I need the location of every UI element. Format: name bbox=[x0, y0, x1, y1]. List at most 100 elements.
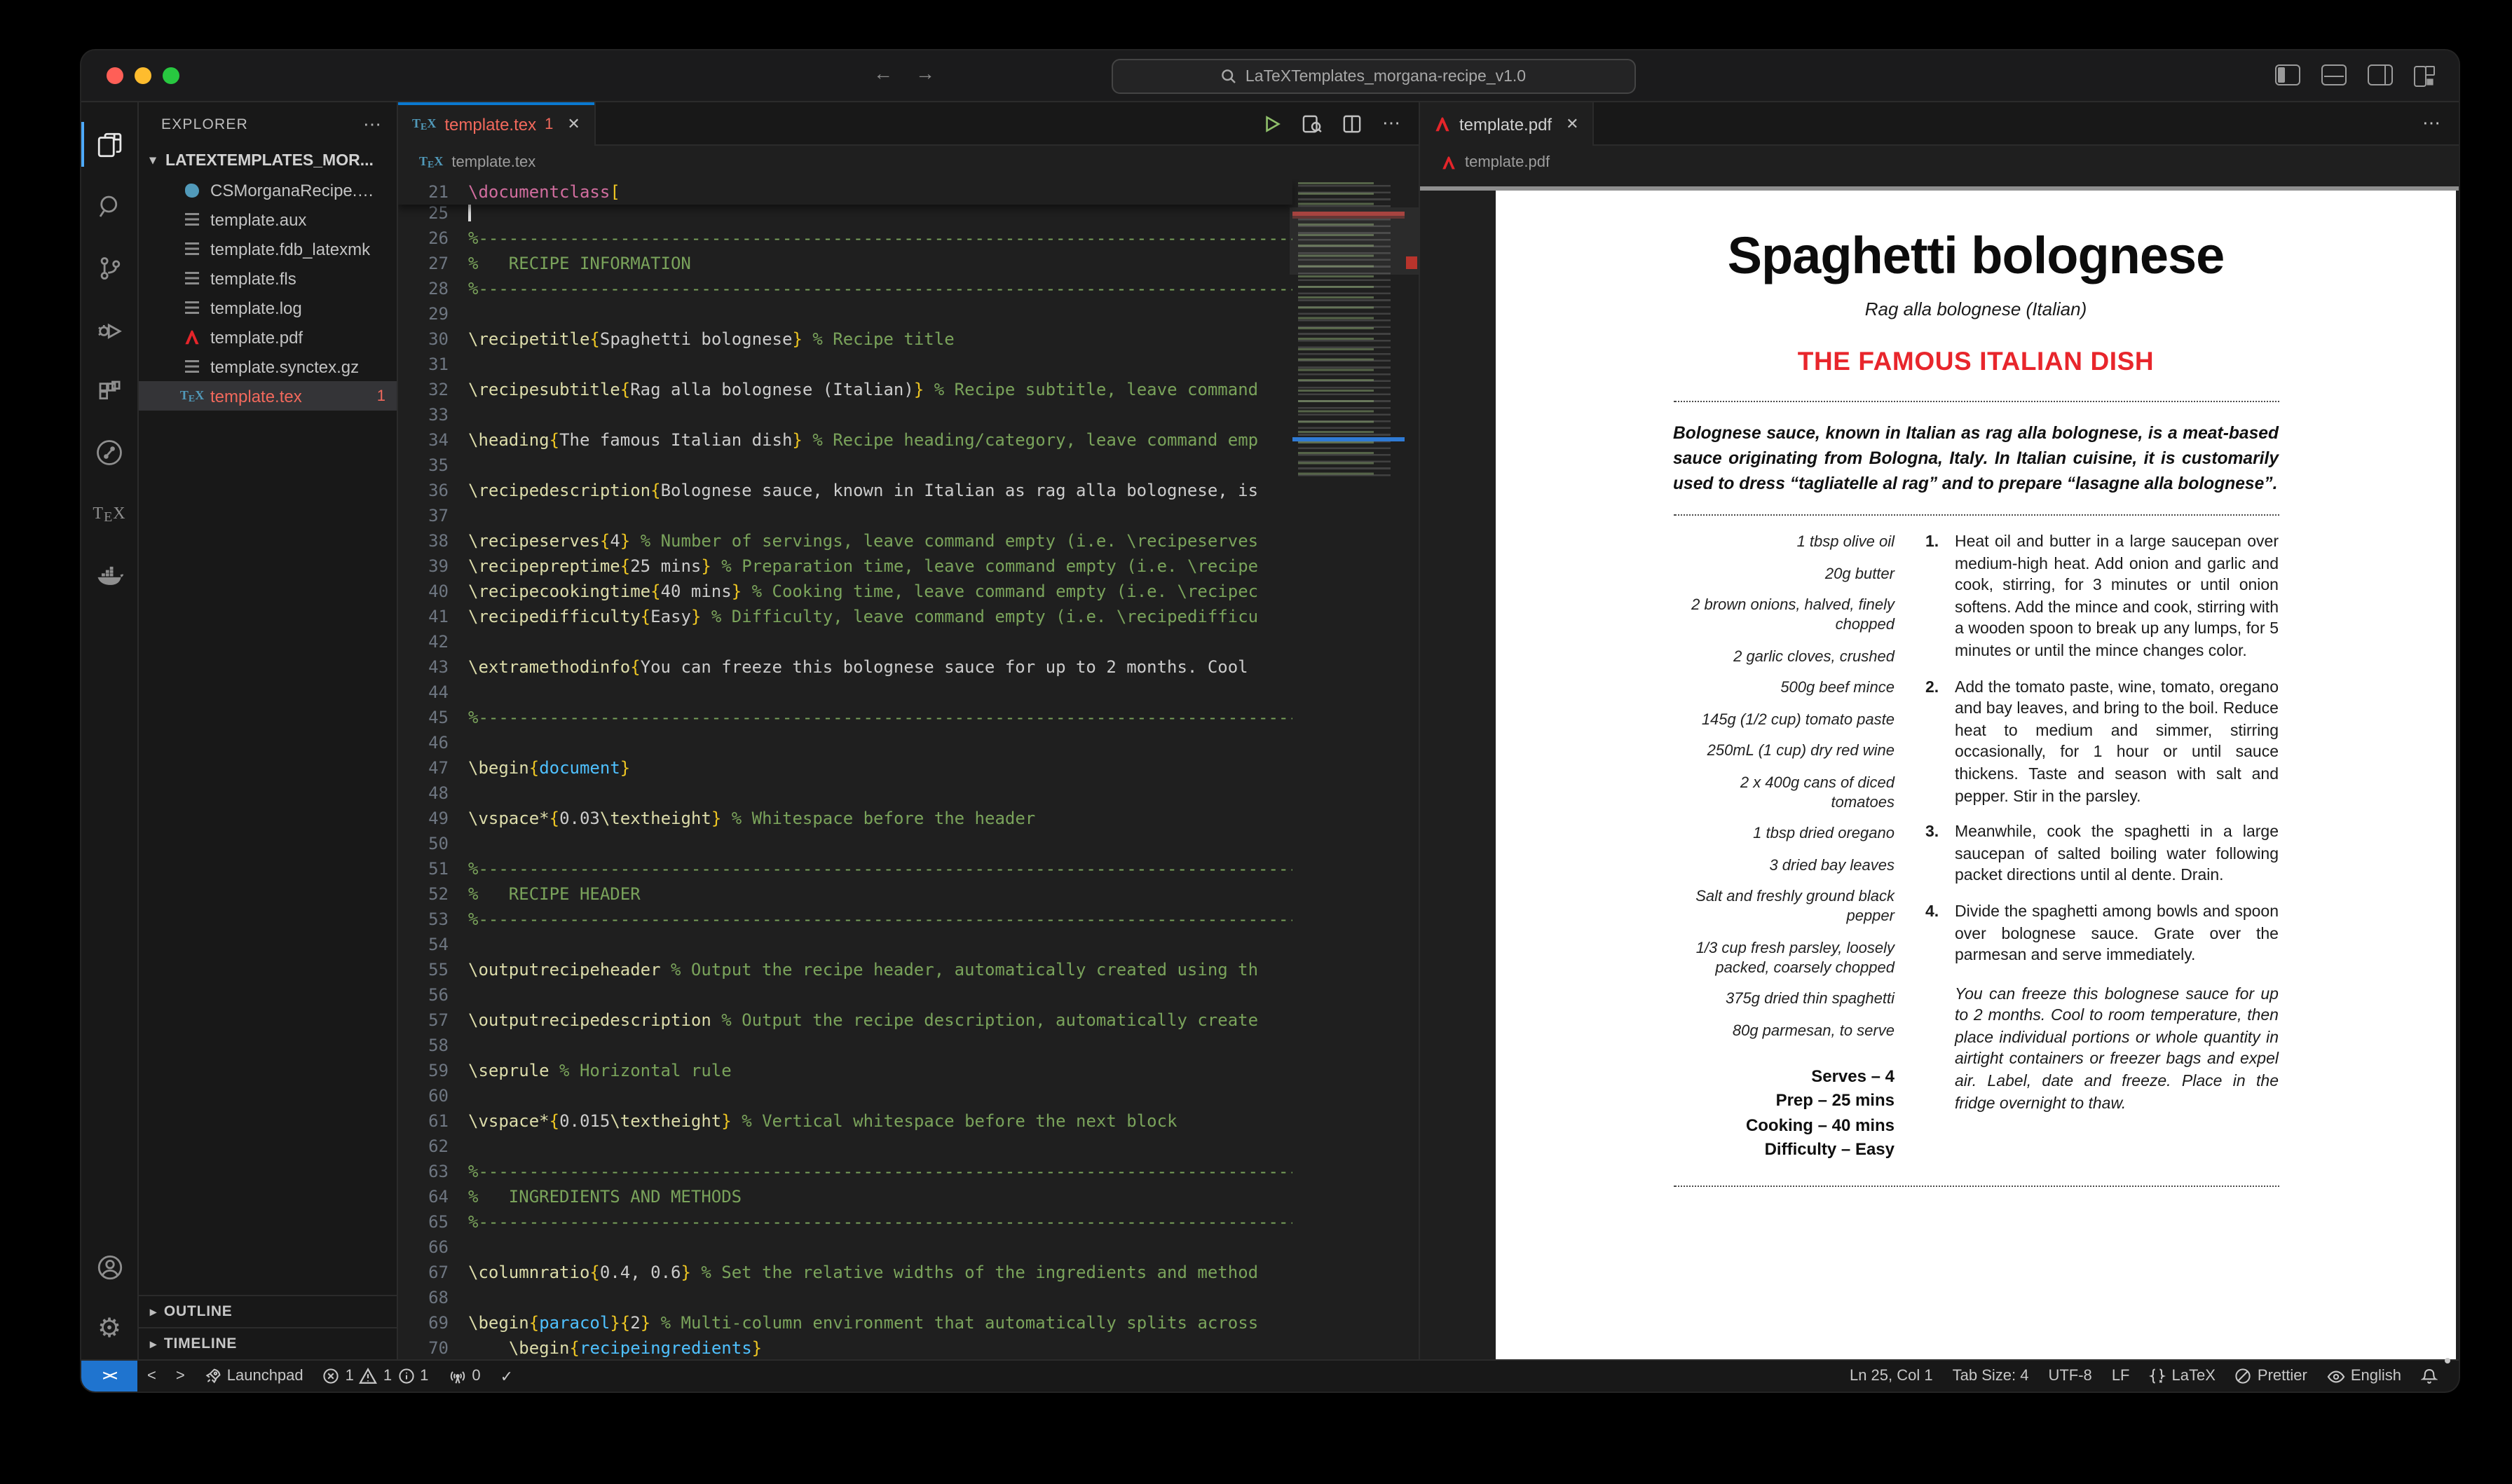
language-mode[interactable]: LaTeX bbox=[2140, 1361, 2225, 1392]
command-center-search[interactable]: LaTeXTemplates_morgana-recipe_v1.0 bbox=[1112, 59, 1636, 94]
file-row[interactable]: TEX template.fdb_latexmk bbox=[139, 234, 397, 263]
more-actions-icon[interactable]: ⋯ bbox=[1382, 112, 1402, 135]
code-line[interactable]: 51 %------------------------------------… bbox=[398, 856, 1292, 881]
source-control-icon[interactable] bbox=[81, 237, 137, 298]
code-line[interactable]: 48 bbox=[398, 781, 1292, 806]
code-line[interactable]: 58 bbox=[398, 1033, 1292, 1058]
remote-indicator[interactable]: >< bbox=[81, 1361, 137, 1392]
code-line[interactable]: 43 \extramethodinfo{You can freeze this … bbox=[398, 654, 1292, 680]
toggle-panel-icon[interactable] bbox=[2321, 64, 2347, 85]
code-line[interactable]: 66 bbox=[398, 1235, 1292, 1260]
check-icon[interactable]: ✓ bbox=[491, 1361, 523, 1392]
latex-workshop-icon[interactable]: TEX bbox=[81, 483, 137, 545]
close-icon[interactable]: ✕ bbox=[1566, 115, 1578, 133]
code-line[interactable]: 29 bbox=[398, 301, 1292, 327]
back-icon[interactable]: ← bbox=[873, 62, 893, 84]
ports-button[interactable]: 0 bbox=[438, 1361, 490, 1392]
code-line[interactable]: 42 bbox=[398, 629, 1292, 654]
code-line[interactable]: 53 %------------------------------------… bbox=[398, 907, 1292, 932]
close-window-button[interactable] bbox=[107, 67, 123, 84]
code-line[interactable]: 54 bbox=[398, 932, 1292, 957]
file-row[interactable]: TEX CSMorganaRecipe.cls bbox=[139, 175, 397, 205]
run-debug-icon[interactable] bbox=[81, 298, 137, 360]
file-row[interactable]: TEX template.pdf bbox=[139, 322, 397, 352]
notifications-bell-icon[interactable] bbox=[2411, 1358, 2450, 1392]
code-line[interactable]: 38 \recipeserves{4} % Number of servings… bbox=[398, 528, 1292, 554]
view-pdf-preview-icon[interactable] bbox=[1302, 114, 1322, 132]
code-line[interactable]: 45 %------------------------------------… bbox=[398, 705, 1292, 730]
code-line[interactable]: 67 \columnratio{0.4, 0.6} % Set the rela… bbox=[398, 1260, 1292, 1285]
root-folder-row[interactable]: ▾ LATEXTEMPLATES_MOR... bbox=[139, 146, 397, 175]
code-line[interactable]: 27 % RECIPE INFORMATION bbox=[398, 251, 1292, 276]
file-row[interactable]: TEX template.synctex.gz bbox=[139, 352, 397, 381]
nav-forward-button[interactable]: > bbox=[166, 1361, 195, 1392]
editor-scrollbar[interactable] bbox=[1405, 179, 1419, 1359]
code-line[interactable]: 57 \outputrecipedescription % Output the… bbox=[398, 1008, 1292, 1033]
problems-button[interactable]: 1 1 1 bbox=[313, 1361, 439, 1392]
code-line[interactable]: 68 bbox=[398, 1285, 1292, 1310]
code-line[interactable]: 59 \seprule % Horizontal rule bbox=[398, 1058, 1292, 1083]
code-line[interactable]: 55 \outputrecipeheader % Output the reci… bbox=[398, 957, 1292, 982]
tab-template-tex[interactable]: TEX template.tex 1 ✕ bbox=[398, 102, 596, 146]
code-line[interactable]: 69 \begin{paracol}{2} % Multi-column env… bbox=[398, 1310, 1292, 1335]
code-line[interactable]: 36 \recipedescription{Bolognese sauce, k… bbox=[398, 478, 1292, 503]
launchpad-button[interactable]: Launchpad bbox=[195, 1361, 313, 1392]
code-line[interactable]: 61 \vspace*{0.015\textheight} % Vertical… bbox=[398, 1108, 1292, 1134]
formatter-status[interactable]: Prettier bbox=[2225, 1361, 2317, 1392]
pdf-breadcrumb[interactable]: template.pdf bbox=[1420, 146, 2459, 179]
toggle-secondary-sidebar-icon[interactable] bbox=[2368, 64, 2393, 85]
close-icon[interactable]: ✕ bbox=[567, 115, 580, 133]
settings-gear-icon[interactable]: ⚙ bbox=[81, 1298, 137, 1359]
breadcrumb[interactable]: TEX template.tex bbox=[398, 146, 1419, 179]
file-row[interactable]: TEX template.fls bbox=[139, 263, 397, 293]
explorer-actions-icon[interactable]: ⋯ bbox=[363, 113, 383, 135]
split-editor-icon[interactable] bbox=[1343, 114, 1361, 132]
cursor-position[interactable]: Ln 25, Col 1 bbox=[1840, 1361, 1943, 1392]
minimap[interactable] bbox=[1290, 179, 1419, 1359]
nav-back-button[interactable]: < bbox=[137, 1361, 166, 1392]
code-line[interactable]: 49 \vspace*{0.03\textheight} % Whitespac… bbox=[398, 806, 1292, 831]
indentation[interactable]: Tab Size: 4 bbox=[1943, 1361, 2039, 1392]
extensions-icon[interactable] bbox=[81, 360, 137, 422]
code-line[interactable]: 33 bbox=[398, 402, 1292, 427]
file-row[interactable]: TEX template.aux bbox=[139, 205, 397, 234]
code-line[interactable]: 40 \recipecookingtime{40 mins} % Cooking… bbox=[398, 579, 1292, 604]
code-line[interactable]: 44 bbox=[398, 680, 1292, 705]
code-line[interactable]: 35 bbox=[398, 453, 1292, 478]
zoom-window-button[interactable] bbox=[163, 67, 179, 84]
code-line[interactable]: 34 \heading{The famous Italian dish} % R… bbox=[398, 427, 1292, 453]
code-line[interactable]: 46 bbox=[398, 730, 1292, 755]
code-line[interactable]: 28 %------------------------------------… bbox=[398, 276, 1292, 301]
code-line[interactable]: 60 bbox=[398, 1083, 1292, 1108]
code-line[interactable]: 50 bbox=[398, 831, 1292, 856]
eol-sequence[interactable]: LF bbox=[2102, 1361, 2140, 1392]
code-line[interactable]: 52 % RECIPE HEADER bbox=[398, 881, 1292, 907]
code-line[interactable]: 64 % INGREDIENTS AND METHODS bbox=[398, 1184, 1292, 1209]
toggle-primary-sidebar-icon[interactable] bbox=[2275, 64, 2300, 85]
encoding[interactable]: UTF-8 bbox=[2038, 1361, 2101, 1392]
explorer-icon[interactable] bbox=[81, 114, 137, 175]
code-line[interactable]: 39 \recipepreptime{25 mins} % Preparatio… bbox=[398, 554, 1292, 579]
code-line[interactable]: 31 bbox=[398, 352, 1292, 377]
tab-template-pdf[interactable]: template.pdf ✕ bbox=[1420, 102, 1595, 146]
minimize-window-button[interactable] bbox=[135, 67, 151, 84]
sidebar-section-header[interactable]: ▸ TIMELINE bbox=[139, 1327, 397, 1359]
code-editor[interactable]: 21 \documentclass[ 25 26 %--------------… bbox=[398, 179, 1419, 1359]
accounts-icon[interactable] bbox=[81, 1236, 137, 1298]
code-line[interactable]: 70 \begin{recipeingredients} bbox=[398, 1335, 1292, 1359]
code-line[interactable]: 63 %------------------------------------… bbox=[398, 1159, 1292, 1184]
code-line[interactable]: 30 \recipetitle{Spaghetti bolognese} % R… bbox=[398, 327, 1292, 352]
pdf-viewer[interactable]: Spaghetti bolognese Rag alla bolognese (… bbox=[1420, 179, 2459, 1359]
code-line[interactable]: 65 %------------------------------------… bbox=[398, 1209, 1292, 1235]
code-line[interactable]: 37 bbox=[398, 503, 1292, 528]
code-line[interactable]: 62 bbox=[398, 1134, 1292, 1159]
code-line[interactable]: 47 \begin{document} bbox=[398, 755, 1292, 781]
file-row[interactable]: TEX template.tex 1 bbox=[139, 381, 397, 411]
forward-icon[interactable]: → bbox=[915, 62, 935, 84]
build-run-icon[interactable] bbox=[1263, 114, 1281, 132]
customize-layout-icon[interactable] bbox=[2414, 66, 2436, 87]
file-row[interactable]: TEX template.log bbox=[139, 293, 397, 322]
code-line[interactable]: 56 bbox=[398, 982, 1292, 1008]
search-view-icon[interactable] bbox=[81, 175, 137, 237]
remote-explorer-icon[interactable] bbox=[81, 422, 137, 483]
